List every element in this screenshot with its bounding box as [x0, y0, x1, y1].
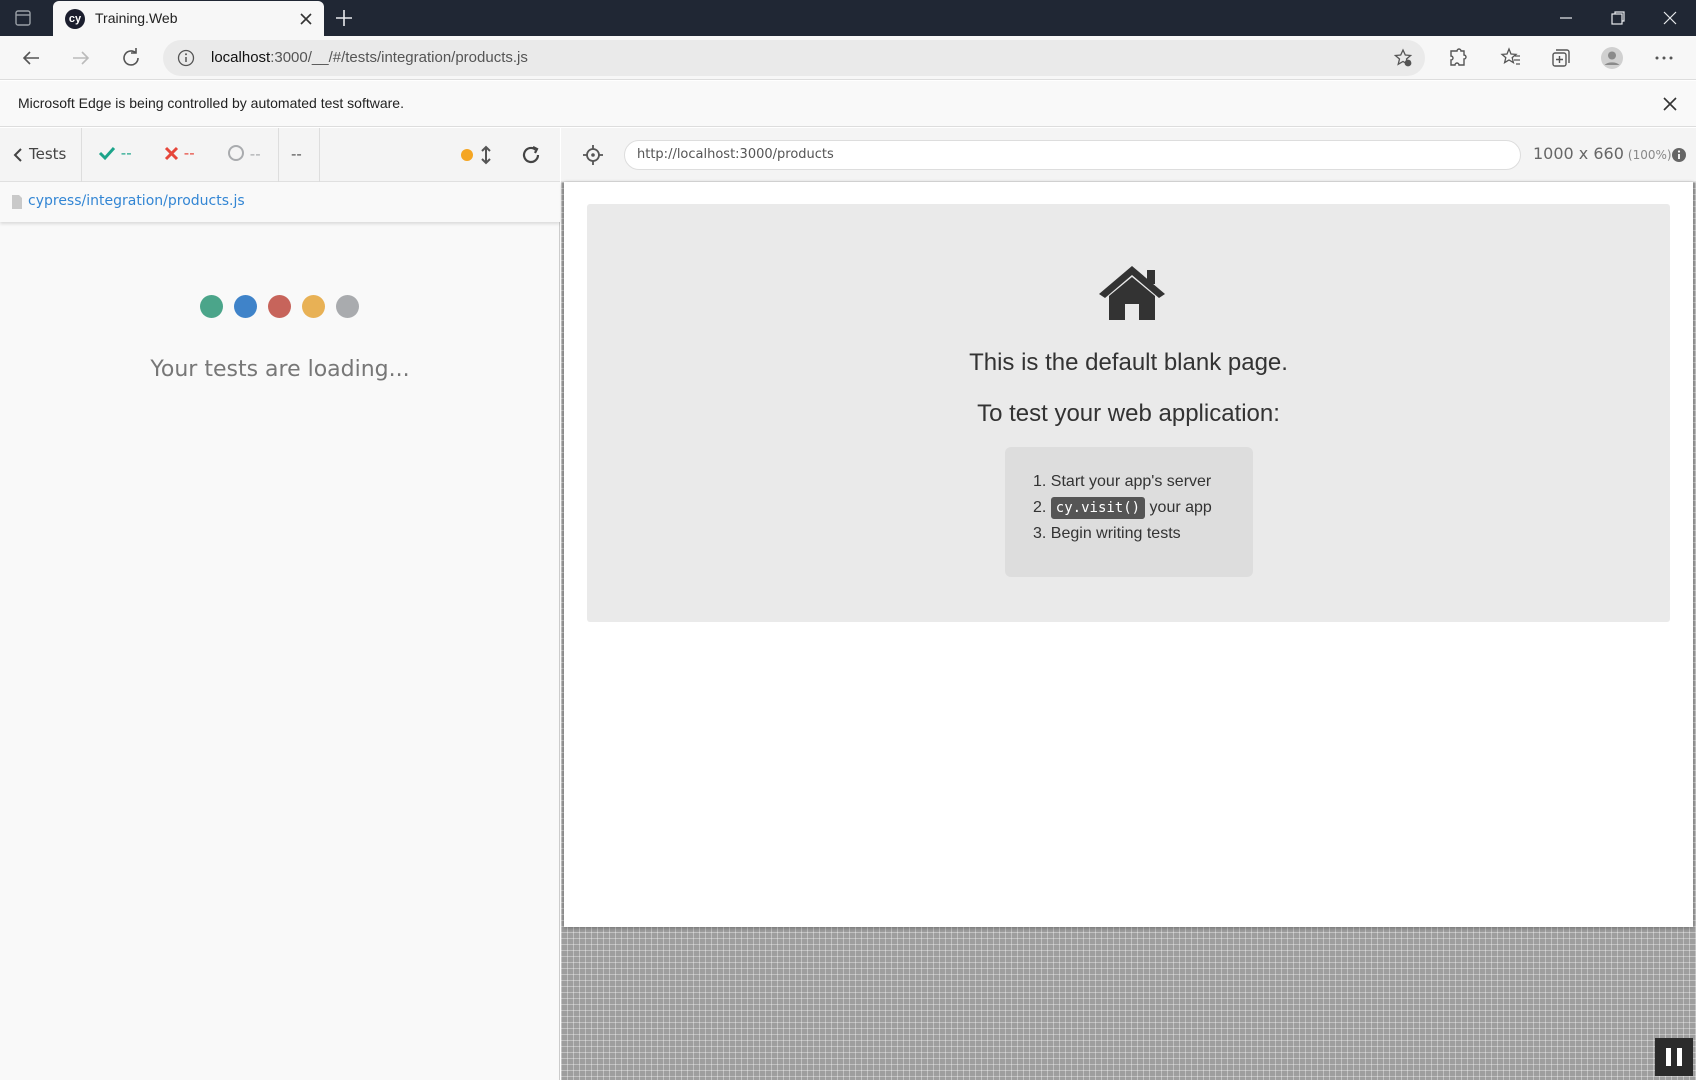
pending-count: --	[249, 145, 261, 163]
passed-stat: --	[98, 144, 132, 162]
chevron-left-icon	[13, 148, 22, 162]
loading-dots	[200, 295, 360, 319]
pause-button[interactable]	[1655, 1038, 1693, 1076]
cypress-reporter: Tests -- -- -- -- cypress/integration/pr…	[0, 128, 560, 1080]
auto-scroll-icon[interactable]	[479, 145, 493, 165]
steps-list: 1. Start your app's server 2. cy.visit()…	[1005, 447, 1253, 577]
tab-actions-icon[interactable]	[14, 9, 32, 27]
address-text[interactable]: localhost:3000/__/#/tests/integration/pr…	[211, 49, 528, 66]
aut-header: http://localhost:3000/products 1000 x 66…	[561, 128, 1696, 182]
aut-iframe: This is the default blank page. To test …	[564, 182, 1693, 927]
check-icon	[98, 146, 116, 161]
cypress-logo-icon: cy	[65, 9, 85, 29]
minimize-icon[interactable]	[1554, 6, 1578, 30]
step-item: 3. Begin writing tests	[1033, 525, 1181, 542]
spec-file-link[interactable]: cypress/integration/products.js	[28, 193, 245, 209]
code-snippet: cy.visit()	[1050, 497, 1146, 519]
cross-icon	[164, 146, 179, 161]
pending-circle-icon	[228, 145, 244, 161]
viewport-info-icon[interactable]	[1671, 147, 1687, 163]
loading-dot	[234, 295, 257, 318]
viewport-info: 1000 x 660 (100%)	[1533, 144, 1672, 163]
viewport-scale: (100%)	[1627, 148, 1672, 162]
loading-dot	[200, 295, 223, 318]
infobar-message: Microsoft Edge is being controlled by au…	[18, 95, 404, 111]
spec-file-bar: cypress/integration/products.js	[0, 182, 560, 222]
extensions-icon[interactable]	[1446, 46, 1470, 70]
passed-count: --	[120, 144, 132, 162]
browser-titlebar: cy Training.Web	[0, 0, 1696, 37]
tests-label: Tests	[29, 145, 67, 163]
duration-value: --	[291, 145, 302, 163]
viewport-size: 1000 x 660	[1533, 144, 1624, 163]
forward-icon[interactable]	[69, 46, 93, 70]
file-icon	[12, 195, 22, 209]
loading-dot	[336, 295, 359, 318]
pause-icon-bar	[1677, 1048, 1682, 1066]
browser-toolbar: localhost:3000/__/#/tests/integration/pr…	[0, 36, 1696, 80]
close-window-icon[interactable]	[1658, 6, 1682, 30]
default-blank-page: This is the default blank page. To test …	[587, 204, 1670, 622]
refresh-icon[interactable]	[119, 46, 143, 70]
step-item: 1. Start your app's server	[1033, 473, 1212, 490]
tab-title: Training.Web	[95, 10, 178, 26]
loading-message: Your tests are loading...	[150, 357, 410, 382]
new-tab-icon[interactable]	[334, 8, 354, 28]
duration-stat: --	[278, 128, 320, 182]
favorites-icon[interactable]	[1499, 46, 1523, 70]
pause-icon-bar	[1666, 1048, 1671, 1066]
tests-back-button[interactable]: Tests	[0, 128, 82, 182]
blank-page-title: This is the default blank page.	[969, 349, 1288, 376]
collections-icon[interactable]	[1549, 46, 1573, 70]
aut-url-field[interactable]: http://localhost:3000/products	[624, 140, 1521, 170]
close-tab-icon[interactable]	[298, 11, 314, 27]
blank-page-subtitle: To test your web application:	[977, 400, 1280, 427]
step-item: 2. cy.visit() your app	[1033, 497, 1212, 519]
loading-dot	[268, 295, 291, 318]
more-options-icon[interactable]	[1652, 46, 1676, 70]
automation-infobar: Microsoft Edge is being controlled by au…	[0, 81, 1696, 127]
selector-playground-icon[interactable]	[582, 144, 604, 166]
profile-avatar-icon[interactable]	[1600, 46, 1624, 70]
rerun-icon[interactable]	[520, 144, 542, 166]
address-bar[interactable]: localhost:3000/__/#/tests/integration/pr…	[163, 40, 1425, 76]
site-info-icon[interactable]	[177, 49, 195, 67]
restore-icon[interactable]	[1606, 6, 1630, 30]
reporter-header: Tests -- -- -- --	[0, 128, 560, 182]
failed-stat: --	[164, 144, 195, 162]
add-favorite-icon[interactable]	[1393, 48, 1413, 68]
back-icon[interactable]	[19, 46, 43, 70]
pending-stat: --	[227, 144, 261, 163]
loading-dot	[302, 295, 325, 318]
close-infobar-icon[interactable]	[1660, 94, 1680, 114]
browser-tab[interactable]: cy Training.Web	[53, 1, 324, 37]
failed-count: --	[183, 144, 195, 162]
running-status-dot	[461, 149, 473, 161]
home-icon	[1099, 266, 1165, 320]
